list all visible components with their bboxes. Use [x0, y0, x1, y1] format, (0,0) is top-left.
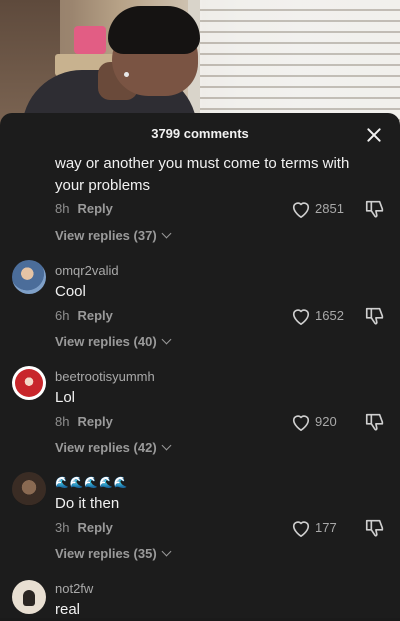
avatar-image	[15, 369, 43, 397]
view-replies-label: View replies (37)	[55, 228, 157, 243]
comment-text: Cool	[55, 283, 86, 300]
dislike-button[interactable]	[364, 517, 386, 539]
comment-meta: 3h Reply	[55, 520, 113, 535]
dislike-button[interactable]	[364, 305, 386, 327]
comment-username[interactable]: omqr2valid	[55, 263, 119, 278]
avatar[interactable]	[12, 366, 46, 400]
reply-button[interactable]: Reply	[77, 414, 112, 429]
avatar[interactable]	[12, 260, 46, 294]
video-background	[0, 0, 400, 125]
comments-header: 3799 comments	[0, 113, 400, 153]
comment-text: Lol	[55, 389, 76, 406]
close-icon[interactable]	[364, 125, 384, 145]
reply-button[interactable]: Reply	[77, 308, 112, 323]
dislike-button[interactable]	[364, 198, 386, 220]
comment-time: 8h	[55, 201, 70, 216]
dislike-button[interactable]	[364, 411, 386, 433]
comment-username[interactable]: not2fw	[55, 581, 93, 596]
comment-text: Do it then	[55, 495, 120, 512]
like-button[interactable]: 2851	[290, 199, 350, 219]
pink-box	[74, 26, 106, 54]
reply-button[interactable]: Reply	[77, 520, 112, 535]
reply-button[interactable]: Reply	[77, 201, 112, 216]
comment-time: 6h	[55, 308, 70, 323]
comment-time: 8h	[55, 414, 70, 429]
comment-username[interactable]: beetrootisyummh	[55, 369, 155, 384]
view-replies-label: View replies (42)	[55, 440, 157, 455]
thumbs-down-icon	[365, 413, 384, 431]
view-replies-button[interactable]: View replies (35)	[55, 546, 172, 561]
comments-panel: 3799 comments way or another you must co…	[0, 113, 400, 618]
comment-text: way or another you must come to terms wi…	[55, 155, 350, 194]
chevron-down-icon	[161, 546, 172, 557]
avatar[interactable]	[12, 472, 46, 506]
thumbs-down-icon	[365, 200, 384, 218]
heart-icon	[292, 415, 310, 431]
thumbs-down-icon	[365, 519, 384, 537]
like-count: 1652	[315, 308, 344, 323]
view-replies-button[interactable]: View replies (37)	[55, 228, 172, 243]
comment-meta: 8h Reply	[55, 201, 113, 216]
view-replies-label: View replies (35)	[55, 546, 157, 561]
like-count: 920	[315, 414, 337, 429]
avatar[interactable]	[12, 580, 46, 614]
comment-meta: 6h Reply	[55, 308, 113, 323]
like-count: 2851	[315, 201, 344, 216]
person-hair	[108, 6, 200, 54]
chevron-down-icon	[161, 334, 172, 345]
comment-time: 3h	[55, 520, 70, 535]
heart-icon	[292, 202, 310, 218]
comments-count-title: 3799 comments	[151, 126, 249, 141]
comment-meta: 8h Reply	[55, 414, 113, 429]
like-button[interactable]: 177	[290, 518, 350, 538]
comment-username[interactable]: 🌊🌊🌊🌊🌊	[55, 476, 128, 489]
earring	[124, 72, 129, 77]
like-button[interactable]: 1652	[290, 306, 350, 326]
chevron-down-icon	[161, 228, 172, 239]
thumbs-down-icon	[365, 307, 384, 325]
like-button[interactable]: 920	[290, 412, 350, 432]
like-count: 177	[315, 520, 337, 535]
chevron-down-icon	[161, 440, 172, 451]
view-replies-label: View replies (40)	[55, 334, 157, 349]
heart-icon	[292, 309, 310, 325]
cat-icon	[23, 590, 35, 606]
heart-icon	[292, 521, 310, 537]
window-blinds	[200, 0, 400, 125]
view-replies-button[interactable]: View replies (42)	[55, 440, 172, 455]
view-replies-button[interactable]: View replies (40)	[55, 334, 172, 349]
